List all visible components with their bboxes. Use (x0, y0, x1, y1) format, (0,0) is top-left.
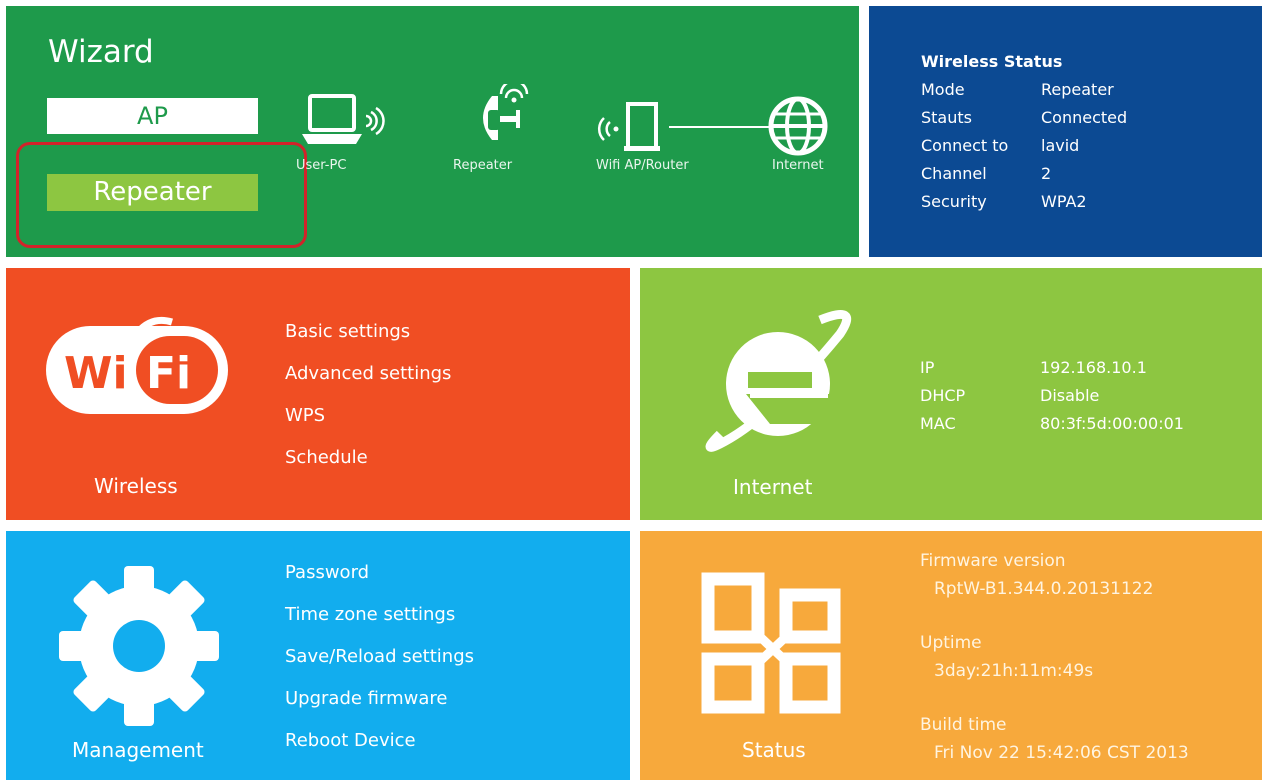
status-label-channel: Channel (921, 164, 987, 183)
menu-save-reload-settings[interactable]: Save/Reload settings (285, 636, 474, 678)
wifi-logo-icon: Wi Fi (46, 316, 228, 414)
internet-explorer-icon (705, 309, 852, 452)
status-value-security: WPA2 (1041, 192, 1087, 211)
menu-advanced-settings[interactable]: Advanced settings (285, 353, 451, 395)
wifi-logo-wi: Wi (64, 348, 128, 399)
menu-time-zone-settings[interactable]: Time zone settings (285, 594, 474, 636)
status-tile[interactable]: Status Firmware version RptW-B1.344.0.20… (640, 531, 1262, 780)
globe-icon (768, 96, 828, 156)
wifi-logo-fi: Fi (146, 348, 191, 399)
wireless-menu: Basic settings Advanced settings WPS Sch… (285, 311, 451, 479)
ap-mode-button[interactable]: AP (47, 98, 258, 134)
gear-icon (59, 566, 219, 726)
router-label: Wifi AP/Router (596, 158, 689, 173)
wizard-tile: Wizard AP Repeater User-PC Repeater Wifi… (6, 6, 859, 257)
menu-wps[interactable]: WPS (285, 395, 451, 437)
wireless-tile[interactable]: Wi Fi Wireless Basic settings Advanced s… (6, 268, 630, 520)
firmware-label: Firmware version (920, 551, 1066, 571)
status-value-connect: lavid (1041, 136, 1080, 155)
dhcp-label: DHCP (920, 386, 966, 405)
menu-password[interactable]: Password (285, 552, 474, 594)
uptime-label: Uptime (920, 633, 982, 653)
firmware-value: RptW-B1.344.0.20131122 (934, 579, 1154, 599)
repeater-mode-button[interactable]: Repeater (47, 174, 258, 211)
status-caption: Status (742, 738, 806, 762)
internet-caption: Internet (733, 475, 813, 499)
status-label-mode: Mode (921, 80, 965, 99)
menu-basic-settings[interactable]: Basic settings (285, 311, 451, 353)
wireless-status-title: Wireless Status (921, 52, 1063, 71)
ip-label: IP (920, 358, 935, 377)
internet-tile[interactable]: Internet IP 192.168.10.1 DHCP Disable MA… (640, 268, 1262, 520)
repeater-label: Repeater (453, 158, 513, 173)
laptop-icon (302, 94, 385, 144)
connection-line (669, 126, 769, 128)
management-menu: Password Time zone settings Save/Reload … (285, 552, 474, 762)
status-label-status: Stauts (921, 108, 972, 127)
user-pc-label: User-PC (296, 158, 347, 173)
management-caption: Management (72, 738, 204, 762)
management-tile[interactable]: Management Password Time zone settings S… (6, 531, 630, 780)
status-label-security: Security (921, 192, 987, 211)
dhcp-value: Disable (1040, 386, 1100, 405)
internet-label: Internet (772, 158, 824, 173)
uptime-value: 3day:21h:11m:49s (934, 661, 1094, 681)
menu-upgrade-firmware[interactable]: Upgrade firmware (285, 678, 474, 720)
build-time-label: Build time (920, 715, 1007, 735)
mac-label: MAC (920, 414, 956, 433)
menu-reboot-device[interactable]: Reboot Device (285, 720, 474, 762)
build-time-value: Fri Nov 22 15:42:06 CST 2013 (934, 743, 1189, 763)
ip-value: 192.168.10.1 (1040, 358, 1147, 377)
status-value-channel: 2 (1041, 164, 1052, 183)
mac-value: 80:3f:5d:00:00:01 (1040, 414, 1184, 433)
repeater-icon (483, 84, 529, 140)
office-logo-icon (701, 572, 841, 714)
wizard-title: Wizard (48, 34, 154, 70)
status-value-mode: Repeater (1041, 80, 1114, 99)
status-label-connect: Connect to (921, 136, 1009, 155)
status-value-status: Connected (1041, 108, 1128, 127)
wireless-caption: Wireless (94, 474, 178, 498)
menu-schedule[interactable]: Schedule (285, 437, 451, 479)
wireless-status-tile: Wireless Status Mode Repeater Stauts Con… (869, 6, 1262, 257)
router-icon (597, 102, 660, 151)
